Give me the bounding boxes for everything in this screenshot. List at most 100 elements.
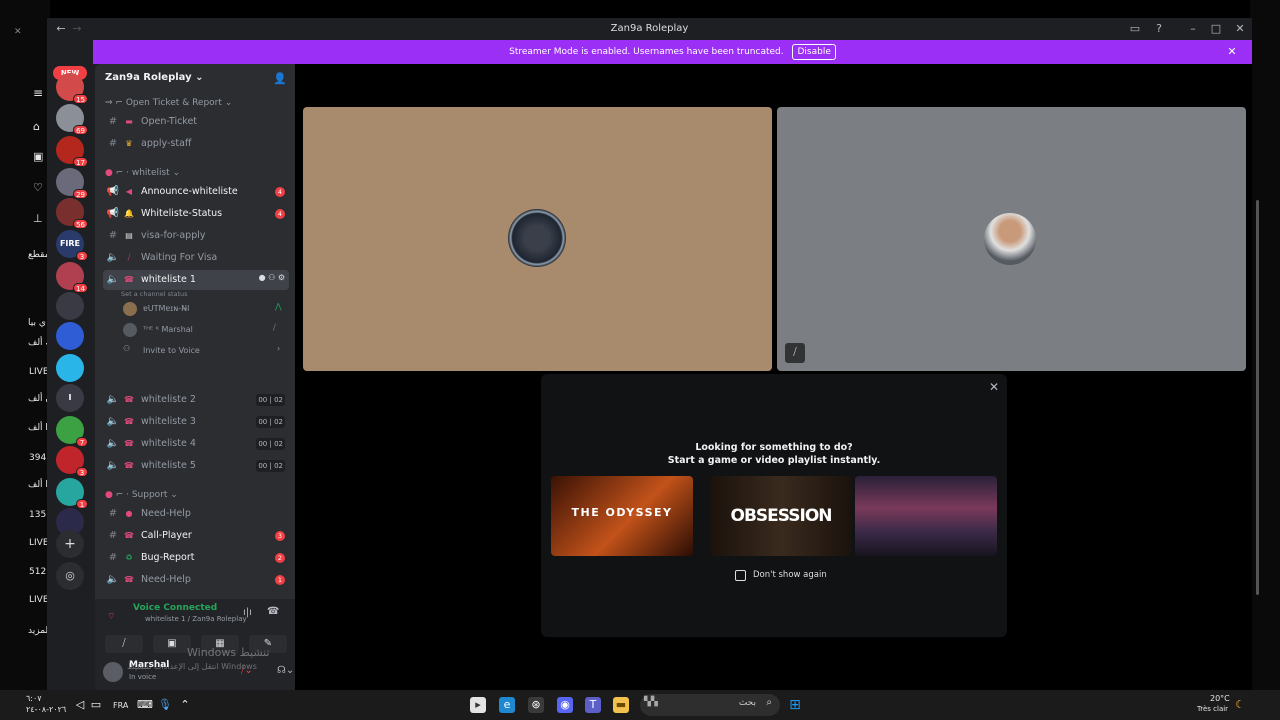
voice-connected-label[interactable]: Voice Connected [133,603,217,613]
app-icon[interactable]: ▸ [470,697,486,713]
windows-start-icon[interactable]: ⊞ [787,697,803,713]
channel-open-ticket[interactable]: # ▬ Open-Ticket [103,112,289,132]
banner-close-icon[interactable]: ✕ [1224,44,1240,60]
language-indicator[interactable]: FRA [113,701,128,710]
connection-signal-icon[interactable]: ⌔ [107,611,115,622]
tray-chevron-icon[interactable]: ⌃ [177,697,193,713]
channel-whiteliste-status[interactable]: 📢 🔔 Whiteliste-Status 4 [103,204,289,224]
participant-tile[interactable]: ⧸ [777,107,1246,371]
camera-off-button[interactable]: ⧸ [105,635,143,653]
chat-icon[interactable]: ● [259,273,266,282]
channel-call-player[interactable]: # ☎ Call-Player 3 [103,526,289,546]
server-icon[interactable]: 15 [56,73,88,104]
server-icon[interactable]: I [56,384,84,412]
avatar[interactable] [103,662,123,682]
bg-menu-icon[interactable]: ≡ [33,86,43,100]
server-icon[interactable]: 14 [56,262,88,293]
server-icon[interactable]: 56 [56,198,88,229]
dont-show-again-checkbox[interactable] [735,570,746,581]
server-icon[interactable]: FIRE 3 [56,230,88,261]
server-icon[interactable]: 3 [56,446,88,477]
clock-time[interactable]: ٦:٠٧ [26,694,42,703]
server-icon[interactable]: 69 [56,104,88,135]
voice-channel-link[interactable]: whiteliste 1 / Zan9a Roleplay [145,615,247,623]
close-window-icon[interactable]: ✕ [1232,21,1248,37]
activity-card-obsession[interactable]: OBSESSION [710,476,852,556]
server-icon[interactable]: 7 [56,416,88,447]
activity-card-odyssey[interactable]: THE ODYSSEY [551,476,693,556]
minimize-icon[interactable]: – [1185,21,1201,37]
category-whitelist[interactable]: ● ⌐ · whitelist ⌄ [105,168,180,178]
activity-card-shop[interactable] [855,476,997,556]
channel-bug-report[interactable]: # ♻ Bug-Report 2 [103,548,289,568]
headphones-icon[interactable]: ☊⌄ [277,665,294,676]
weather-desc[interactable]: Très clair [1197,705,1228,713]
channel-need-help-voice[interactable]: 🔈 ☎ Need-Help 1 [103,570,289,590]
bg-close-icon[interactable]: ✕ [14,27,22,37]
clock-date[interactable]: ٢٠٢٦-٠٨-٢٤ [26,705,66,714]
server-icon[interactable]: 29 [56,168,88,199]
channel-waiting-for-visa[interactable]: 🔈 ⧸ Waiting For Visa [103,248,289,268]
user-count: 00 | 02 [256,394,285,406]
weather-temp[interactable]: 20°C [1210,694,1230,703]
network-icon[interactable]: ▭ [88,697,104,713]
channel-announce-whiteliste[interactable]: 📢 ◀ Announce-whiteliste 4 [103,182,289,202]
discover-button[interactable]: ◎ [56,562,84,590]
volume-icon[interactable]: ◁ [72,697,88,713]
discord-icon[interactable]: ◉ [557,697,573,713]
participant-tile[interactable] [303,107,772,371]
invite-people-icon[interactable]: 👤 [273,72,287,85]
channel-actions[interactable]: ● ⚇ ⚙ [259,273,285,282]
bg-library-icon[interactable]: ⊥ [33,212,43,225]
server-icon[interactable]: 1 [56,478,88,509]
channel-status-hint[interactable]: Set a channel status [121,290,188,298]
app-icon[interactable]: ⊛ [528,697,544,713]
microphone-icon[interactable]: 🎙 [157,697,173,713]
keyboard-icon[interactable]: ⌨ [137,697,153,713]
disable-streamer-mode-button[interactable]: Disable [792,44,836,60]
taskbar-search[interactable]: ▚▚ بحث ⌕ [640,694,780,716]
channel-whiteliste-1[interactable]: 🔈 ☎ whiteliste 1 ● ⚇ ⚙ [103,270,289,290]
category-label: Open Ticket & Report [125,98,222,108]
edge-icon[interactable]: e [499,697,515,713]
bg-heart-icon[interactable]: ♡ [33,181,43,194]
gear-icon[interactable]: ⚙ [278,273,285,282]
announcement-icon: 📢 [106,186,120,197]
channel-whiteliste-2[interactable]: 🔈 ☎ whiteliste 2 00 | 02 [103,390,289,410]
server-name-header[interactable]: Zan9a Roleplay ⌄ [105,72,204,83]
bg-scrollbar[interactable] [1256,200,1259,595]
server-icon[interactable]: 17 [56,136,88,167]
help-icon[interactable]: ? [1151,21,1167,37]
channel-need-help[interactable]: # ● Need-Help [103,504,289,524]
bg-text: 135 [29,510,47,520]
speaker-icon: 🔈 [106,274,120,285]
category-ticket[interactable]: ⇒ ⌐ Open Ticket & Report ⌄ [105,98,232,108]
bg-subscriptions-icon[interactable]: ▣ [33,150,43,163]
teams-icon[interactable]: T [585,697,601,713]
screen-share-button[interactable]: ▣ [153,635,191,653]
noise-suppression-icon[interactable]: ı|ı [243,607,252,618]
server-icon[interactable] [56,292,84,320]
file-explorer-icon[interactable]: ▬ [613,697,629,713]
category-support[interactable]: ● ⌐ · Support ⌄ [105,490,178,500]
add-server-button[interactable]: + [56,530,84,558]
maximize-icon[interactable]: □ [1208,21,1224,37]
disconnect-icon[interactable]: ☎ [267,606,279,617]
channel-whiteliste-5[interactable]: 🔈 ☎ whiteliste 5 00 | 02 [103,456,289,476]
server-mention-badge: 7 [76,437,88,447]
bg-home-icon[interactable]: ⌂ [33,120,40,133]
inbox-icon[interactable]: ▭ [1127,21,1143,37]
channel-apply-staff[interactable]: # ♛ apply-staff [103,134,289,154]
channel-whiteliste-4[interactable]: 🔈 ☎ whiteliste 4 00 | 02 [103,434,289,454]
channel-visa-for-apply[interactable]: # ▤ visa-for-apply [103,226,289,246]
channel-whiteliste-3[interactable]: 🔈 ☎ whiteliste 3 00 | 02 [103,412,289,432]
server-icon[interactable] [56,322,84,350]
windows-activation-watermark: Windows تنشيط [187,646,270,659]
text-channel-icon: # [108,230,118,241]
server-mention-badge: 3 [76,467,88,477]
weather-moon-icon[interactable]: ☾ [1232,697,1248,713]
add-member-icon[interactable]: ⚇ [268,273,275,282]
mention-badge: 4 [275,209,285,219]
server-icon[interactable] [56,354,84,382]
close-icon[interactable]: ✕ [989,380,999,394]
